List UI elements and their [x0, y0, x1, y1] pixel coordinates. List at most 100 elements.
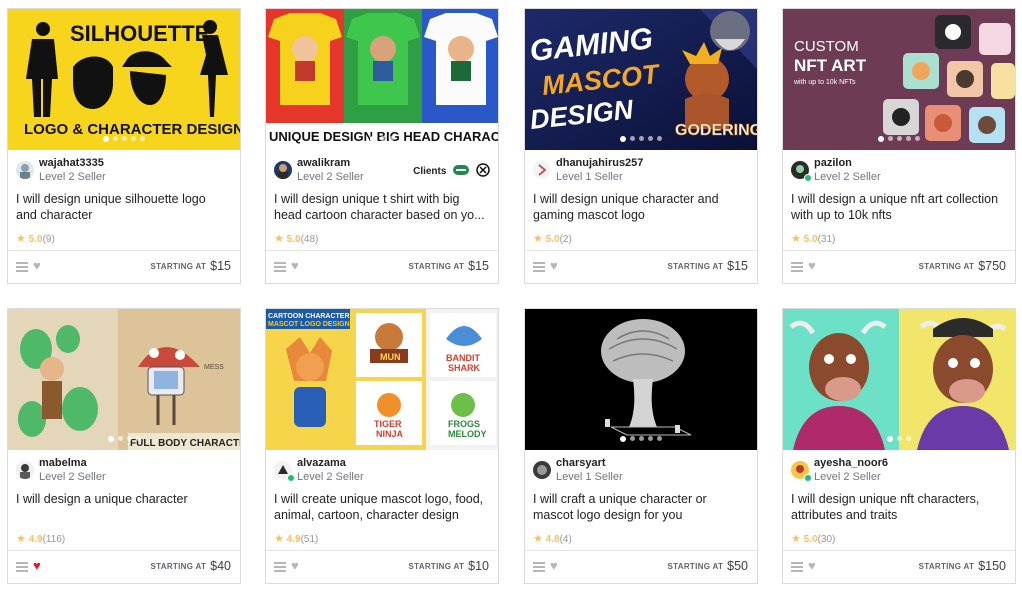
seller-name[interactable]: dhanujahirus257: [556, 157, 643, 170]
gig-image-sketch-tree: [525, 309, 757, 450]
svg-text:SHARK: SHARK: [448, 363, 481, 373]
gig-card[interactable]: MESS FULL BODY CHARACTERS mabelma Level …: [7, 308, 241, 584]
gig-card[interactable]: ayesha_noor6 Level 2 Seller I will desig…: [782, 308, 1016, 584]
gig-price: STARTING AT $150: [918, 559, 1006, 573]
heart-icon[interactable]: ♥: [808, 559, 816, 573]
heart-icon[interactable]: ♥: [33, 259, 41, 273]
gig-price: STARTING AT $50: [667, 559, 748, 573]
gig-footer: ♥ STARTING AT $50: [525, 550, 757, 583]
menu-icon[interactable]: [16, 262, 28, 272]
menu-icon[interactable]: [274, 262, 286, 272]
svg-text:MESS: MESS: [204, 364, 224, 371]
gig-rating: ★ 4.9(51): [274, 533, 319, 545]
menu-icon[interactable]: [16, 562, 28, 572]
gig-title[interactable]: I will design unique nft characters, att…: [791, 491, 1005, 525]
menu-icon[interactable]: [791, 562, 803, 572]
clients-label: Clients: [413, 166, 447, 178]
seller-level: Level 2 Seller: [39, 171, 106, 183]
seller-info: charsyart Level 1 Seller: [533, 457, 749, 485]
gig-thumbnail[interactable]: CUSTOM NFT ART with up to 10k NFTs: [783, 9, 1015, 150]
client-logo-icon: [476, 163, 490, 180]
seller-level: Level 2 Seller: [814, 171, 881, 183]
gig-title[interactable]: I will create unique mascot logo, food, …: [274, 491, 488, 525]
heart-icon[interactable]: ♥: [291, 559, 299, 573]
gig-rating: ★ 5.0(30): [791, 533, 836, 545]
seller-avatar[interactable]: [274, 161, 292, 179]
seller-name[interactable]: awalikram: [297, 157, 350, 170]
svg-text:BANDIT: BANDIT: [446, 353, 480, 363]
gig-title[interactable]: I will craft a unique character or masco…: [533, 491, 747, 525]
gig-rating: ★ 5.0(48): [274, 233, 319, 245]
gig-title[interactable]: I will design unique silhouette logo and…: [16, 191, 230, 225]
svg-text:FROGS: FROGS: [448, 419, 480, 429]
svg-text:SILHOUETTE: SILHOUETTE: [70, 21, 209, 46]
seller-name[interactable]: ayesha_noor6: [814, 457, 888, 470]
gig-image-mascot-logos: CARTOON CHARACTER MASCOT LOGO DESIGN MUN…: [266, 309, 498, 450]
gig-rating: ★ 5.0(31): [791, 233, 836, 245]
gig-image-character-sketch: MESS FULL BODY CHARACTERS: [8, 309, 240, 450]
menu-icon[interactable]: [533, 262, 545, 272]
gig-footer: ♥ STARTING AT $40: [8, 550, 240, 583]
star-icon: ★: [16, 233, 26, 245]
seller-info: ayesha_noor6 Level 2 Seller: [791, 457, 1007, 485]
svg-text:NFT ART: NFT ART: [794, 56, 867, 75]
seller-name[interactable]: mabelma: [39, 457, 87, 470]
star-icon: ★: [533, 533, 543, 545]
heart-icon[interactable]: ♥: [550, 559, 558, 573]
gig-rating: ★ 4.9(116): [16, 533, 66, 545]
client-logo-icon: [453, 165, 470, 178]
seller-info: pazilon Level 2 Seller: [791, 157, 1007, 185]
menu-icon[interactable]: [791, 262, 803, 272]
gig-card[interactable]: GAMING MASCOT DESIGN GODERING dhanujahir…: [524, 8, 758, 284]
gig-price: STARTING AT $750: [918, 259, 1006, 273]
gig-thumbnail[interactable]: GAMING MASCOT DESIGN GODERING: [525, 9, 757, 150]
heart-icon[interactable]: ♥: [291, 259, 299, 273]
gig-title[interactable]: I will design unique t shirt with big he…: [274, 191, 488, 225]
gig-thumbnail[interactable]: [525, 309, 757, 450]
star-icon: ★: [274, 233, 284, 245]
menu-icon[interactable]: [274, 562, 286, 572]
gig-card[interactable]: SILHOUETTE LOGO & CHARACTER DESIGNS waja…: [7, 8, 241, 284]
seller-info: awalikram Level 2 Seller Clients: [274, 157, 490, 185]
gig-card[interactable]: CARTOON CHARACTER MASCOT LOGO DESIGN MUN…: [265, 308, 499, 584]
seller-avatar[interactable]: [533, 161, 551, 179]
star-icon: ★: [791, 233, 801, 245]
seller-name[interactable]: wajahat3335: [39, 157, 104, 170]
online-indicator: [804, 474, 812, 482]
gig-thumbnail[interactable]: SILHOUETTE LOGO & CHARACTER DESIGNS: [8, 9, 240, 150]
gig-card[interactable]: UNIQUE DESIGN BIG HEAD CHARACTER awalikr…: [265, 8, 499, 284]
seller-avatar[interactable]: [16, 161, 34, 179]
heart-icon[interactable]: ♥: [808, 259, 816, 273]
gig-thumbnail[interactable]: MESS FULL BODY CHARACTERS: [8, 309, 240, 450]
gig-rating: ★ 5.0(2): [533, 233, 572, 245]
gig-rating: ★ 4.8(4): [533, 533, 572, 545]
star-icon: ★: [791, 533, 801, 545]
seller-avatar[interactable]: [533, 461, 551, 479]
gig-title[interactable]: I will design a unique character: [16, 491, 230, 525]
gig-thumbnail[interactable]: UNIQUE DESIGN BIG HEAD CHARACTER: [266, 9, 498, 150]
seller-name[interactable]: charsyart: [556, 457, 606, 470]
heart-icon-liked[interactable]: ♥: [33, 559, 41, 573]
gig-footer: ♥ STARTING AT $750: [783, 250, 1015, 283]
menu-icon[interactable]: [533, 562, 545, 572]
heart-icon[interactable]: ♥: [550, 259, 558, 273]
gig-thumbnail[interactable]: [783, 309, 1015, 450]
star-icon: ★: [533, 233, 543, 245]
gig-title[interactable]: I will design unique character and gamin…: [533, 191, 747, 225]
seller-name[interactable]: pazilon: [814, 157, 852, 170]
svg-text:TIGER: TIGER: [374, 419, 402, 429]
gig-rating: ★ 5.0(9): [16, 233, 55, 245]
gig-card[interactable]: CUSTOM NFT ART with up to 10k NFTs pazil…: [782, 8, 1016, 284]
gig-price: STARTING AT $15: [667, 259, 748, 273]
seller-name[interactable]: alvazama: [297, 457, 346, 470]
seller-level: Level 1 Seller: [556, 171, 623, 183]
gig-card[interactable]: charsyart Level 1 Seller I will craft a …: [524, 308, 758, 584]
gig-title[interactable]: I will design a unique nft art collectio…: [791, 191, 1005, 225]
gig-thumbnail[interactable]: CARTOON CHARACTER MASCOT LOGO DESIGN MUN…: [266, 309, 498, 450]
online-indicator: [287, 474, 295, 482]
svg-text:CUSTOM: CUSTOM: [794, 38, 859, 55]
gig-image-nft-art: CUSTOM NFT ART with up to 10k NFTs: [783, 9, 1015, 150]
star-icon: ★: [274, 533, 284, 545]
seller-avatar[interactable]: [16, 461, 34, 479]
svg-text:MUN: MUN: [380, 352, 401, 362]
